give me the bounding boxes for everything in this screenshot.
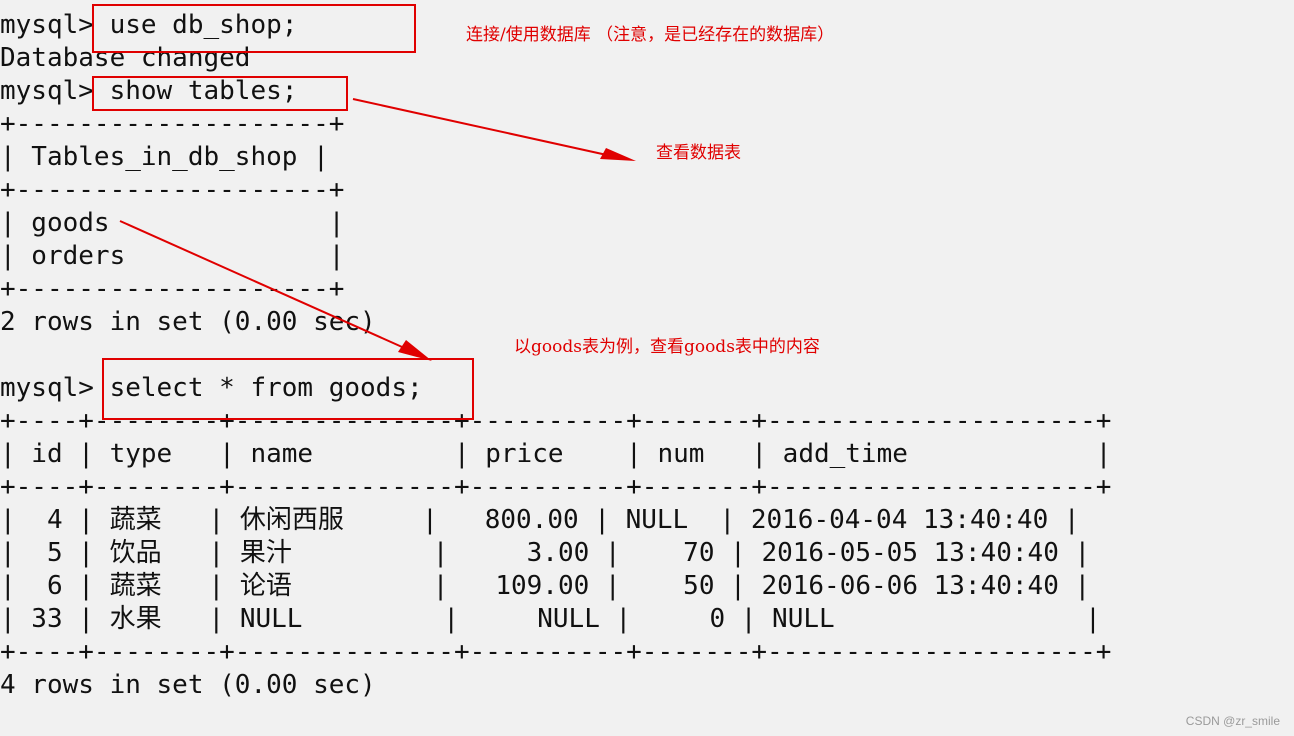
tables-header-row: | Tables_in_db_shop |: [0, 142, 329, 172]
annotation-show-tables: 查看数据表: [656, 143, 741, 163]
annotation-select-goods: 以goods表为例，查看goods表中的内容: [514, 337, 820, 357]
arrow-to-show-tables-note: [352, 98, 636, 161]
table-border-bottom: +----+--------+--------------+----------…: [0, 637, 1112, 667]
table-row: | goods |: [0, 208, 345, 238]
table-row: | 6 | 蔬菜 | 论语 | 109.00 | 50 | 2016-06-06…: [0, 571, 1091, 601]
highlight-box-use-db: [92, 4, 416, 53]
goods-header-row: | id | type | name | price | num | add_t…: [0, 439, 1112, 469]
table-border-top: +--------------------+: [0, 109, 345, 139]
table-border-mid: +--------------------+: [0, 175, 345, 205]
result-summary: 4 rows in set (0.00 sec): [0, 670, 376, 700]
table-row: | 4 | 蔬菜 | 休闲西服 | 800.00 | NULL | 2016-0…: [0, 505, 1080, 535]
table-row: | 33 | 水果 | NULL | NULL | 0 | NULL |: [0, 604, 1101, 634]
table-border-bottom: +--------------------+: [0, 274, 345, 304]
highlight-box-show-tables: [92, 76, 348, 111]
watermark: CSDN @zr_smile: [1185, 714, 1280, 728]
result-summary: 2 rows in set (0.00 sec): [0, 307, 376, 337]
highlight-box-select: [102, 358, 474, 420]
table-row: | 5 | 饮品 | 果汁 | 3.00 | 70 | 2016-05-05 1…: [0, 538, 1091, 568]
table-row: | orders |: [0, 241, 345, 271]
table-border-mid: +----+--------+--------------+----------…: [0, 472, 1112, 502]
annotation-use-db: 连接/使用数据库 （注意，是已经存在的数据库）: [466, 25, 835, 45]
